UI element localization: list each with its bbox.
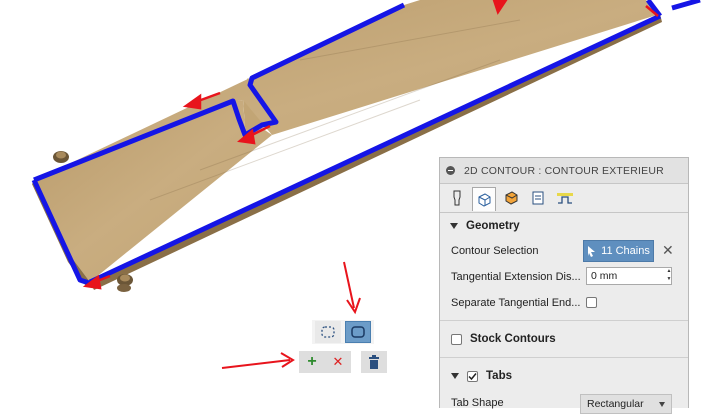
divider: [440, 357, 688, 358]
tab-shape-row: Tab Shape Rectangular: [440, 390, 688, 416]
contour-selection-label: Contour Selection: [451, 245, 539, 257]
selection-edit-toolbar: + ✕: [299, 350, 387, 374]
tab-shape-label: Tab Shape: [451, 397, 504, 409]
cursor-arrow-icon: [588, 246, 596, 257]
panel-title-bar[interactable]: 2D CONTOUR : CONTOUR EXTERIEUR: [440, 158, 688, 184]
trash-icon: [369, 355, 379, 369]
tabs-checkbox[interactable]: [467, 370, 478, 382]
delete-button[interactable]: [361, 351, 387, 373]
contour-selection-value: 11 Chains: [601, 245, 650, 257]
tab-shape-value: Rectangular: [587, 398, 644, 410]
contour-selection-row: Contour Selection 11 Chains ✕: [440, 238, 688, 264]
tabs-section-label: Tabs: [486, 370, 512, 382]
tab-geometry[interactable]: [472, 187, 496, 211]
tangential-extension-label: Tangential Extension Dis...: [451, 271, 581, 283]
chevron-down-icon: [659, 402, 665, 407]
chain-mode-toolbar: [312, 320, 374, 344]
tab-linking[interactable]: [553, 187, 577, 209]
separate-tangential-row: Separate Tangential End...: [440, 290, 688, 316]
tool-icon: [453, 190, 461, 206]
stock-contours-checkbox[interactable]: [451, 333, 462, 345]
collapse-triangle-icon: [451, 373, 459, 379]
clear-selection-icon[interactable]: ✕: [662, 242, 674, 259]
panel-title: 2D CONTOUR : CONTOUR EXTERIEUR: [464, 164, 664, 177]
open-chain-button[interactable]: [315, 321, 341, 343]
closed-chain-button[interactable]: [345, 321, 371, 343]
tab-passes[interactable]: [526, 187, 550, 209]
tab-tool[interactable]: [445, 187, 469, 209]
collapse-triangle-icon: [450, 222, 458, 229]
tab-shape-dropdown[interactable]: Rectangular: [580, 394, 672, 414]
tab-heights[interactable]: [499, 187, 523, 209]
geometry-icon: [478, 192, 491, 207]
geometry-header-label: Geometry: [466, 219, 520, 232]
stock-contours-row: Stock Contours: [440, 325, 688, 353]
add-selection-button[interactable]: +: [299, 351, 325, 373]
contour-panel: 2D CONTOUR : CONTOUR EXTERIEUR Geometry …: [439, 157, 689, 414]
separate-tangential-label: Separate Tangential End...: [451, 297, 581, 309]
panel-tabs: [440, 184, 688, 213]
remove-selection-button[interactable]: ✕: [325, 351, 351, 373]
geometry-section-header[interactable]: Geometry: [440, 213, 688, 238]
passes-icon: [532, 191, 544, 205]
checkmark-icon: [468, 372, 477, 380]
tangential-extension-row: Tangential Extension Dis... 0 mm ▲ ▼: [440, 264, 688, 290]
tangential-extension-input[interactable]: 0 mm: [586, 267, 672, 285]
spinner-icon[interactable]: ▲ ▼: [664, 267, 674, 285]
separate-tangential-checkbox[interactable]: [586, 297, 597, 308]
dashed-rect-icon: [321, 326, 335, 338]
heights-icon: [505, 191, 518, 205]
collapse-icon[interactable]: [446, 166, 455, 175]
rounded-rect-icon: [351, 326, 365, 338]
divider: [440, 320, 688, 321]
linking-icon: [557, 193, 573, 204]
tabs-section-header[interactable]: Tabs: [440, 362, 688, 390]
stock-contours-label: Stock Contours: [470, 333, 556, 345]
contour-selection-button[interactable]: 11 Chains: [583, 240, 654, 262]
